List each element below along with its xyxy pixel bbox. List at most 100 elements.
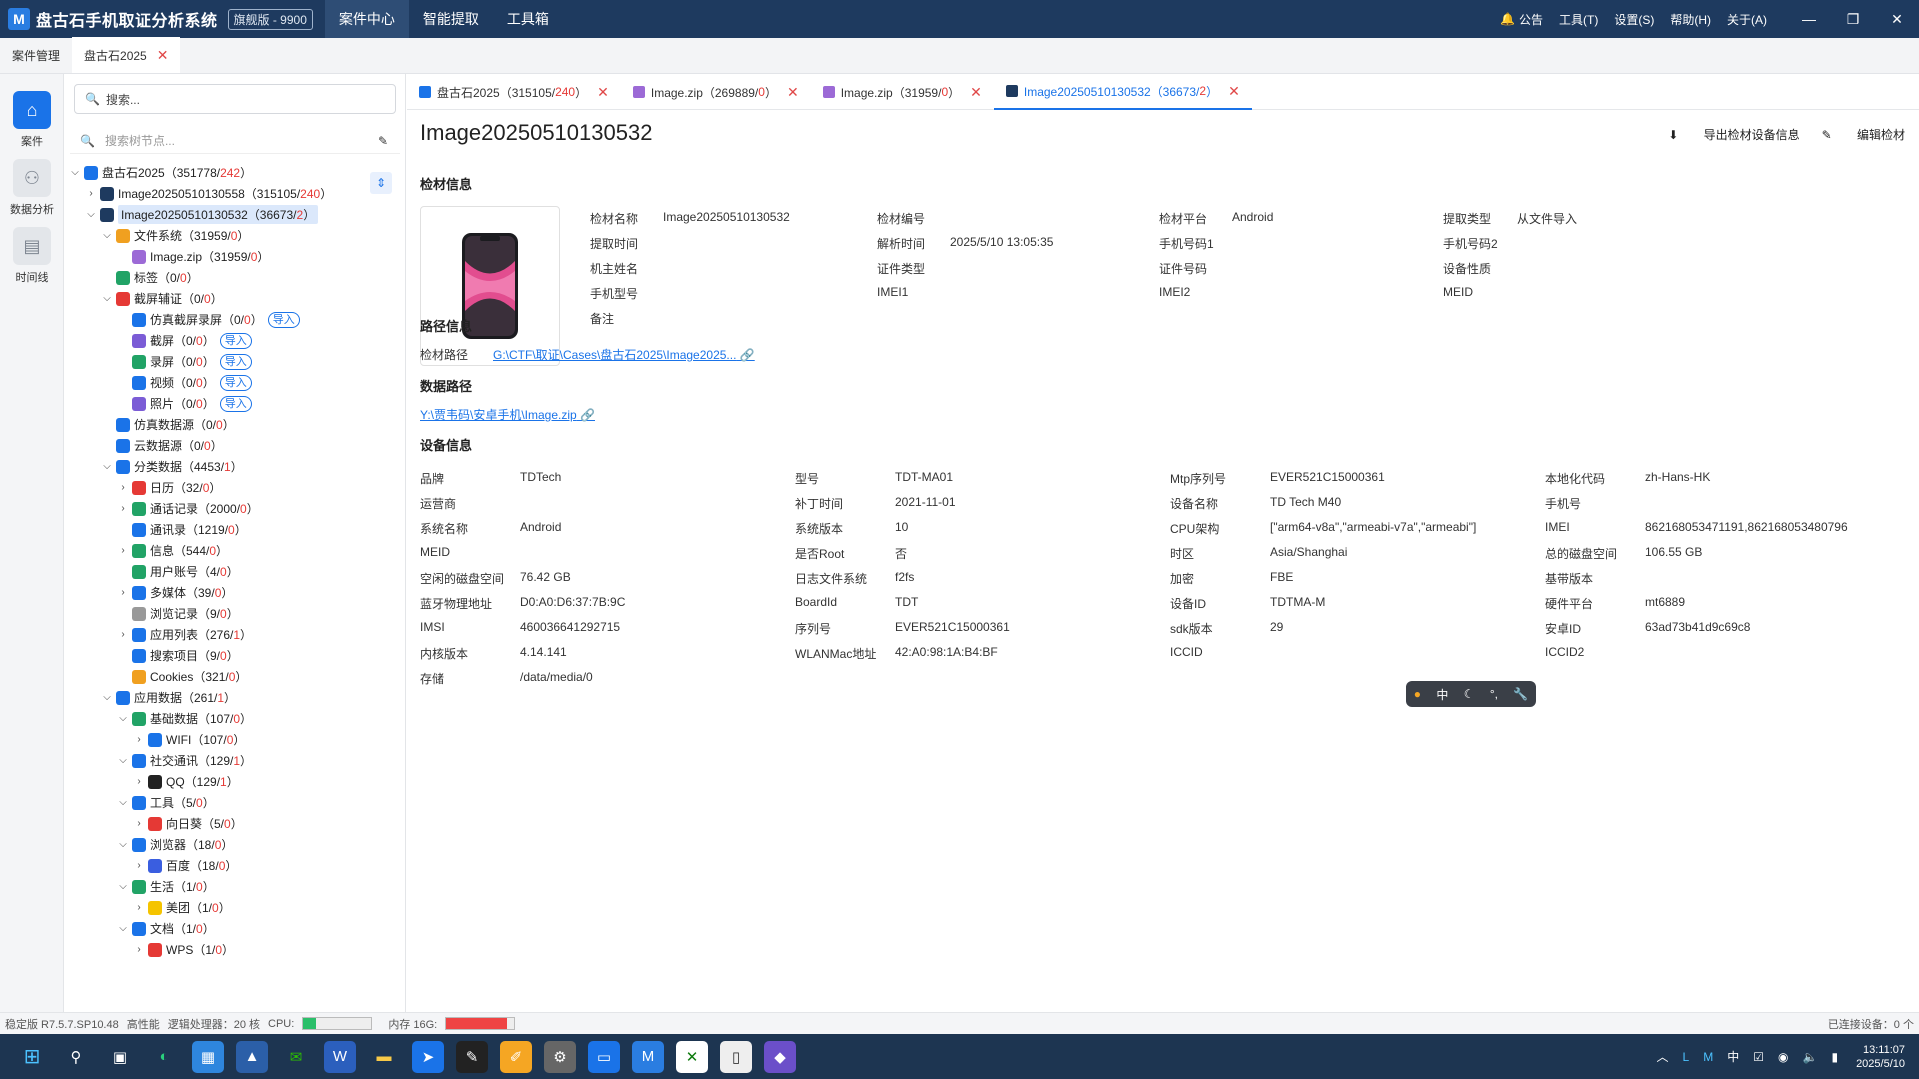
- tree-node[interactable]: ⌵ 截屏辅证（0/0）: [64, 288, 364, 309]
- tree-node[interactable]: Cookies（321/0）: [64, 666, 364, 687]
- tree-node[interactable]: 用户账号（4/0）: [64, 561, 364, 582]
- tree-node[interactable]: ⌵ 盘古石2025（351778/242）: [64, 162, 364, 183]
- import-button[interactable]: 导入: [219, 374, 252, 391]
- edit-material-button[interactable]: ✎ 编辑检材: [1822, 126, 1905, 143]
- notice-menu[interactable]: 公告: [1519, 11, 1543, 28]
- tab-pangushi-2025[interactable]: 盘古石2025 ✕: [72, 37, 181, 73]
- tree-node[interactable]: 照片（0/0） 导入: [64, 393, 364, 414]
- chat-icon[interactable]: ▭: [588, 1040, 620, 1073]
- tree-node[interactable]: › Image20250510130558（315105/240）: [64, 183, 364, 204]
- about-menu[interactable]: 关于(A): [1727, 11, 1767, 28]
- chevron-right-icon[interactable]: ›: [132, 776, 146, 787]
- chevron-down-icon[interactable]: ⌵: [116, 881, 130, 892]
- chevron-down-icon[interactable]: ⌵: [116, 713, 130, 724]
- tree-node[interactable]: ⌵ 文档（1/0）: [64, 918, 364, 939]
- tree-node[interactable]: › 日历（32/0）: [64, 477, 364, 498]
- chevron-right-icon[interactable]: ›: [132, 734, 146, 745]
- tree-node[interactable]: ⌵ 社交通讯（129/1）: [64, 750, 364, 771]
- chevron-down-icon[interactable]: ⌵: [68, 167, 82, 178]
- tree-node[interactable]: › WPS（1/0）: [64, 939, 364, 960]
- tree-node[interactable]: › 百度（18/0）: [64, 855, 364, 876]
- tree-node[interactable]: ⌵ Image20250510130532（36673/2）: [64, 204, 364, 225]
- wechat-icon[interactable]: ✉: [280, 1041, 312, 1073]
- tree-node[interactable]: 仿真数据源（0/0）: [64, 414, 364, 435]
- tree-node[interactable]: ⌵ 应用数据（261/1）: [64, 687, 364, 708]
- chevron-down-icon[interactable]: ⌵: [116, 923, 130, 934]
- bell-icon[interactable]: 🔔: [1500, 12, 1515, 26]
- tools-menu[interactable]: 工具(T): [1559, 11, 1598, 28]
- tree-node[interactable]: ⌵ 浏览器（18/0）: [64, 834, 364, 855]
- chevron-down-icon[interactable]: ⌵: [100, 461, 114, 472]
- import-button[interactable]: 导入: [219, 332, 252, 349]
- rail-item-case[interactable]: ⌂ 案件: [0, 86, 64, 154]
- chevron-right-icon[interactable]: ›: [116, 629, 130, 640]
- ime-floating-toolbar[interactable]: ● 中 ☾ °, 🔧: [1406, 681, 1536, 707]
- chevron-right-icon[interactable]: ›: [116, 587, 130, 598]
- import-button[interactable]: 导入: [219, 353, 252, 370]
- tab-case-management[interactable]: 案件管理: [0, 37, 72, 73]
- chevron-down-icon[interactable]: ⌵: [100, 293, 114, 304]
- tree-node[interactable]: › 多媒体（39/0）: [64, 582, 364, 603]
- folder-icon[interactable]: ▬: [368, 1041, 400, 1073]
- windows-start-icon[interactable]: ⊞: [16, 1041, 48, 1073]
- m-app-icon[interactable]: M: [1703, 1050, 1713, 1064]
- material-path-link[interactable]: G:\CTF\取证\Cases\盘古石2025\Image2025... 🔗: [493, 346, 755, 363]
- ime-dot-icon[interactable]: ●: [1414, 687, 1421, 701]
- search-icon[interactable]: ⚲: [60, 1041, 92, 1073]
- mobile-forensics-icon[interactable]: M: [632, 1040, 664, 1073]
- check-icon[interactable]: ☑: [1753, 1050, 1764, 1064]
- chevron-right-icon[interactable]: ›: [116, 482, 130, 493]
- collapse-all-button[interactable]: ⇕: [370, 172, 392, 194]
- edge-icon[interactable]: ◐: [148, 1041, 180, 1073]
- nav-smart-extract[interactable]: 智能提取: [409, 0, 493, 38]
- tree-node[interactable]: Image.zip（31959/0）: [64, 246, 364, 267]
- sketch-icon[interactable]: ✐: [500, 1040, 532, 1073]
- pen-icon[interactable]: ✎: [456, 1040, 488, 1073]
- chevron-right-icon[interactable]: ›: [132, 860, 146, 871]
- tree-node[interactable]: ⌵ 生活（1/0）: [64, 876, 364, 897]
- ime-lang[interactable]: 中: [1436, 686, 1448, 703]
- chevron-down-icon[interactable]: ⌵: [116, 755, 130, 766]
- tree-node[interactable]: 视频（0/0） 导入: [64, 372, 364, 393]
- material-tab[interactable]: Image20250510130532（36673/2） ✕: [993, 74, 1252, 110]
- task-view-icon[interactable]: ▣: [104, 1041, 136, 1073]
- xmind-icon[interactable]: ✕: [676, 1040, 708, 1073]
- tree-node[interactable]: ⌵ 基础数据（107/0）: [64, 708, 364, 729]
- import-button[interactable]: 导入: [219, 395, 252, 412]
- tree-node[interactable]: 搜索项目（9/0）: [64, 645, 364, 666]
- close-tab-icon[interactable]: ✕: [157, 47, 169, 64]
- punct-icon[interactable]: °,: [1490, 687, 1498, 701]
- data-path-link[interactable]: Y:\贾韦码\安卓手机\Image.zip 🔗: [420, 406, 595, 423]
- settings-icon[interactable]: ⚙: [544, 1040, 576, 1073]
- chevron-right-icon[interactable]: ›: [116, 545, 130, 556]
- chevron-down-icon[interactable]: ⌵: [116, 797, 130, 808]
- tree-node[interactable]: › 向日葵（5/0）: [64, 813, 364, 834]
- wifi-icon[interactable]: ◉: [1778, 1050, 1788, 1064]
- import-button[interactable]: 导入: [267, 311, 300, 328]
- tree-search-input[interactable]: 🔍 搜索树节点... ✎: [70, 128, 400, 154]
- wrench-icon[interactable]: 🔧: [1513, 687, 1528, 701]
- tree-node[interactable]: ⌵ 工具（5/0）: [64, 792, 364, 813]
- material-tab[interactable]: Image.zip（269889/0） ✕: [621, 74, 811, 110]
- nav-toolbox[interactable]: 工具箱: [493, 0, 563, 38]
- chevron-right-icon[interactable]: ›: [116, 503, 130, 514]
- tree-node[interactable]: 通讯录（1219/0）: [64, 519, 364, 540]
- tree-node[interactable]: ⌵ 文件系统（31959/0）: [64, 225, 364, 246]
- restore-button[interactable]: ❐: [1831, 11, 1875, 28]
- chevron-right-icon[interactable]: ›: [132, 944, 146, 955]
- chevron-down-icon[interactable]: ⌵: [84, 209, 98, 220]
- terminal-icon[interactable]: ▯: [720, 1040, 752, 1073]
- chevron-down-icon[interactable]: ⌵: [100, 230, 114, 241]
- tree-node[interactable]: ⌵ 分类数据（4453/1）: [64, 456, 364, 477]
- volume-icon[interactable]: 🔈: [1803, 1050, 1818, 1064]
- chevron-right-icon[interactable]: ›: [132, 902, 146, 913]
- material-tab[interactable]: 盘古石2025（315105/240） ✕: [407, 74, 621, 110]
- app-icon[interactable]: ▦: [192, 1040, 224, 1073]
- photos-icon[interactable]: ▲: [236, 1040, 268, 1073]
- tree-node[interactable]: 标签（0/0）: [64, 267, 364, 288]
- export-device-info-button[interactable]: ⬇ 导出检材设备信息: [1668, 126, 1799, 143]
- settings-menu[interactable]: 设置(S): [1614, 11, 1654, 28]
- material-tab[interactable]: Image.zip（31959/0） ✕: [811, 74, 994, 110]
- pin-icon[interactable]: ➤: [412, 1040, 444, 1073]
- battery-icon[interactable]: ▮: [1831, 1050, 1838, 1064]
